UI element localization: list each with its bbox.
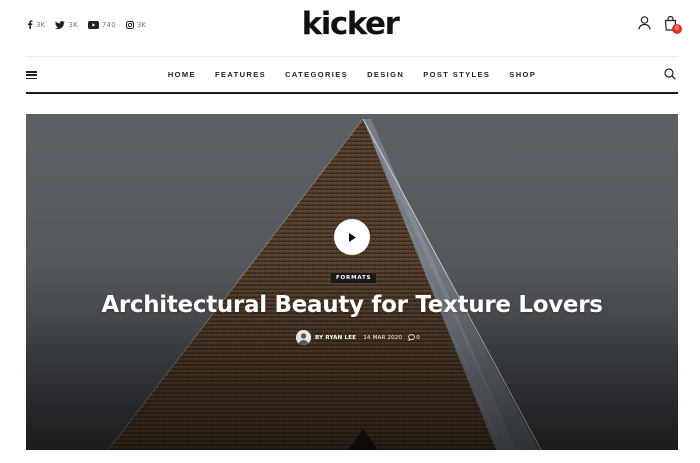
nav-item-categories[interactable]: CATEGORIES xyxy=(285,70,348,79)
cart-button[interactable]: 0 xyxy=(664,15,682,36)
comments-link[interactable]: 0 xyxy=(408,334,420,341)
post-title[interactable]: Architectural Beauty for Texture Lovers xyxy=(26,292,678,318)
post-author[interactable]: BY RYAN LEE xyxy=(315,335,356,341)
comment-count: 0 xyxy=(416,334,420,341)
featured-post-hero[interactable]: FORMATS Architectural Beauty for Texture… xyxy=(26,114,678,450)
post-meta: BY RYAN LEE 14 MAR 2020 0 xyxy=(296,330,420,345)
category-badge[interactable]: FORMATS xyxy=(331,273,377,283)
main-nav: HOME FEATURES CATEGORIES DESIGN POST STY… xyxy=(26,57,678,93)
post-date: 14 MAR 2020 xyxy=(363,334,403,341)
nav-menu: HOME FEATURES CATEGORIES DESIGN POST STY… xyxy=(26,70,678,79)
play-video-button[interactable] xyxy=(334,219,370,255)
author-avatar[interactable] xyxy=(296,330,311,345)
nav-item-shop[interactable]: SHOP xyxy=(509,70,536,79)
comment-icon xyxy=(408,334,416,341)
nav-divider xyxy=(26,92,678,94)
top-bar: 3K 3K 740 3K kicker 0 xyxy=(0,0,700,56)
play-icon xyxy=(349,232,356,242)
nav-item-design[interactable]: DESIGN xyxy=(367,70,404,79)
search-icon[interactable] xyxy=(664,68,676,80)
site-logo[interactable]: kicker xyxy=(0,6,700,42)
nav-item-features[interactable]: FEATURES xyxy=(215,70,266,79)
nav-item-home[interactable]: HOME xyxy=(168,70,196,79)
user-icon[interactable] xyxy=(638,16,651,30)
nav-item-post-styles[interactable]: POST STYLES xyxy=(423,70,490,79)
cart-count-badge: 0 xyxy=(672,24,682,34)
